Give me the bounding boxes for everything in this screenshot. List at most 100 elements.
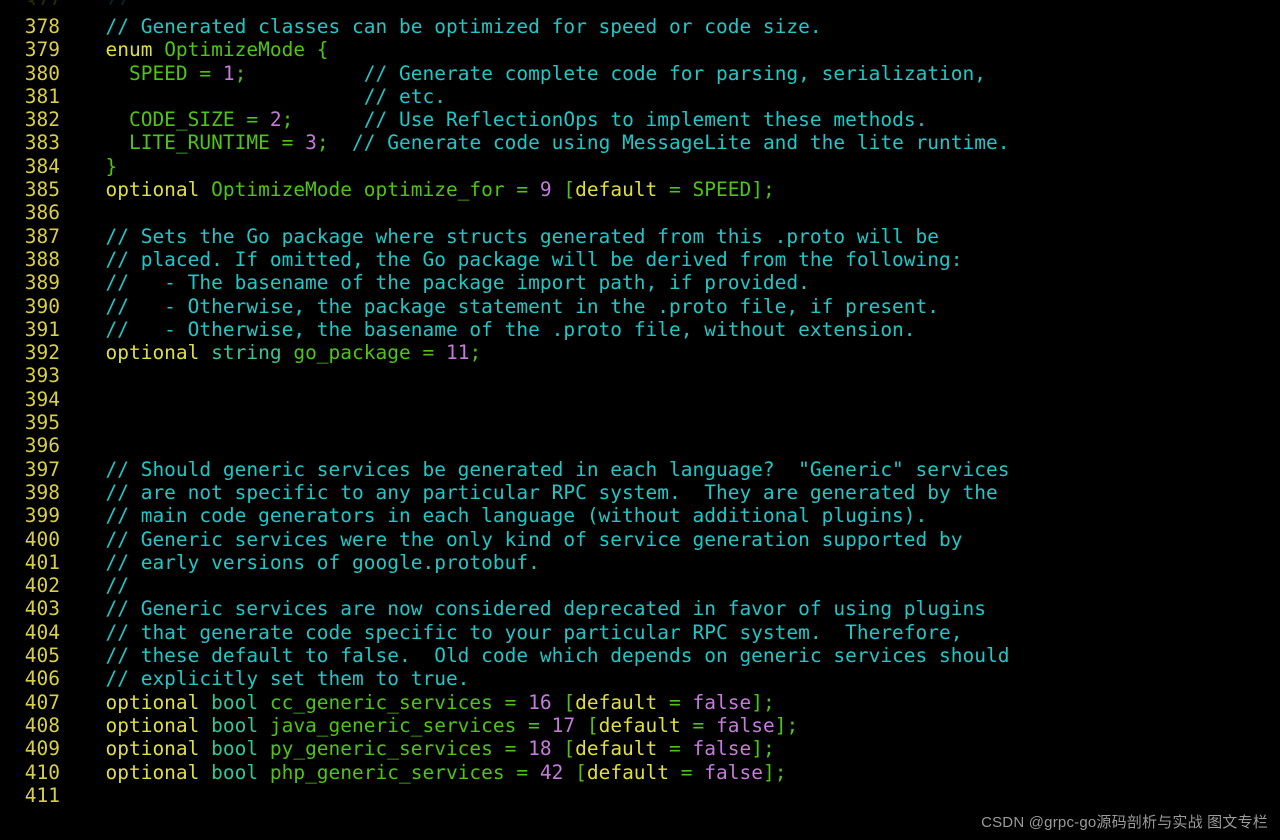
code-line[interactable]: 381 // etc. (0, 85, 1280, 108)
line-content[interactable]: optional bool java_generic_services = 17… (82, 714, 1280, 737)
line-number: 387 (24, 224, 60, 248)
line-content[interactable]: // Sets the Go package where structs gen… (82, 225, 1280, 248)
code-token: py_generic_services = (269, 737, 529, 761)
code-line[interactable]: 393 (0, 364, 1280, 387)
line-content[interactable]: // Generic services were the only kind o… (82, 528, 1280, 551)
code-line[interactable]: 391 // - Otherwise, the basename of the … (0, 318, 1280, 341)
code-line[interactable]: 385 optional OptimizeMode optimize_for =… (0, 178, 1280, 201)
line-content[interactable]: optional OptimizeMode optimize_for = 9 [… (82, 178, 1280, 201)
code-line[interactable]: 396 (0, 434, 1280, 457)
code-line[interactable]: 389 // - The basename of the package imp… (0, 271, 1280, 294)
line-content[interactable]: // main code generators in each language… (82, 504, 1280, 527)
code-token: bool (211, 737, 270, 761)
code-token: // Generate complete code for parsing, s… (363, 61, 987, 85)
line-content[interactable]: // placed. If omitted, the Go package wi… (82, 248, 1280, 271)
code-line[interactable]: 397 // Should generic services be genera… (0, 458, 1280, 481)
code-line[interactable]: 406 // explicitly set them to true. (0, 667, 1280, 690)
code-line[interactable]: 387 // Sets the Go package where structs… (0, 225, 1280, 248)
code-token: default (575, 690, 658, 714)
code-viewer[interactable]: 377 // ... 378 // Generated classes can … (0, 0, 1280, 840)
line-content[interactable]: optional bool py_generic_services = 18 [… (82, 737, 1280, 760)
line-content[interactable]: } (82, 155, 1280, 178)
code-line[interactable]: 409 optional bool py_generic_services = … (0, 737, 1280, 760)
code-line[interactable]: 410 optional bool php_generic_services =… (0, 761, 1280, 784)
code-line[interactable]: 390 // - Otherwise, the package statemen… (0, 295, 1280, 318)
line-content[interactable]: optional bool cc_generic_services = 16 [… (82, 691, 1280, 714)
code-line[interactable]: 411 (0, 784, 1280, 807)
code-line[interactable]: 400 // Generic services were the only ki… (0, 528, 1280, 551)
code-line[interactable]: 382 CODE_SIZE = 2; // Use ReflectionOps … (0, 108, 1280, 131)
code-token: 18 (528, 737, 552, 761)
code-token: // Should generic services be generated … (82, 457, 1010, 481)
code-token: LITE_RUNTIME = (82, 131, 306, 155)
line-content[interactable]: // explicitly set them to true. (82, 667, 1280, 690)
code-token: 3 (305, 131, 317, 155)
line-content[interactable]: // that generate code specific to your p… (82, 621, 1280, 644)
code-line[interactable]: 403 // Generic services are now consider… (0, 597, 1280, 620)
code-token: bool (211, 690, 270, 714)
line-content[interactable]: // - Otherwise, the package statement in… (82, 295, 1280, 318)
code-line[interactable]: 399 // main code generators in each lang… (0, 504, 1280, 527)
code-line[interactable]: 394 (0, 388, 1280, 411)
line-content[interactable]: // - The basename of the package import … (82, 271, 1280, 294)
code-line[interactable]: 405 // these default to false. Old code … (0, 644, 1280, 667)
code-line[interactable]: 401 // early versions of google.protobuf… (0, 551, 1280, 574)
line-content[interactable]: LITE_RUNTIME = 3; // Generate code using… (82, 131, 1280, 154)
code-token: 42 (539, 760, 564, 784)
code-token: enum (82, 38, 165, 62)
code-token: // are not specific to any particular RP… (82, 480, 998, 504)
code-token: CODE_SIZE = (82, 108, 270, 132)
code-line[interactable]: 404 // that generate code specific to yo… (0, 621, 1280, 644)
code-token: [ (551, 690, 576, 714)
code-line[interactable]: 378 // Generated classes can be optimize… (0, 15, 1280, 38)
code-line[interactable]: 379 enum OptimizeMode { (0, 38, 1280, 61)
code-token: // - The basename of the package import … (82, 271, 810, 295)
code-token: ; (281, 108, 294, 132)
code-line[interactable]: 383 LITE_RUNTIME = 3; // Generate code u… (0, 131, 1280, 154)
code-token: OptimizeMode optimize_for = (211, 178, 540, 202)
code-token: 17 (551, 713, 576, 737)
line-number: 403 (24, 597, 60, 621)
code-token: // early versions of google.protobuf. (82, 550, 540, 574)
code-line[interactable]: 398 // are not specific to any particula… (0, 481, 1280, 504)
line-content[interactable]: // Generated classes can be optimized fo… (82, 15, 1280, 38)
line-content[interactable]: // - Otherwise, the basename of the .pro… (82, 318, 1280, 341)
code-token: false (692, 690, 752, 714)
line-number: 384 (24, 154, 60, 178)
line-number: 411 (24, 783, 60, 807)
code-line[interactable]: 386 (0, 201, 1280, 224)
line-content[interactable]: enum OptimizeMode { (82, 38, 1280, 61)
code-line[interactable]: 380 SPEED = 1; // Generate complete code… (0, 62, 1280, 85)
line-content[interactable]: // early versions of google.protobuf. (82, 551, 1280, 574)
code-token: ]; (751, 178, 775, 202)
line-number: 385 (24, 178, 60, 202)
code-token: [ (563, 760, 587, 784)
line-content[interactable]: optional string go_package = 11; (82, 341, 1280, 364)
code-line[interactable]: 395 (0, 411, 1280, 434)
line-content[interactable]: // (82, 574, 1280, 597)
line-number: 404 (24, 620, 60, 644)
line-content[interactable]: // Generic services are now considered d… (82, 597, 1280, 620)
code-line[interactable]: 402 // (0, 574, 1280, 597)
code-token: bool (211, 760, 270, 784)
line-content[interactable]: SPEED = 1; // Generate complete code for… (82, 62, 1280, 85)
code-token: go_package = (293, 341, 446, 365)
code-token: // that generate code specific to your p… (82, 620, 963, 644)
code-token: ; (469, 341, 482, 365)
code-line[interactable]: 384 } (0, 155, 1280, 178)
line-content[interactable]: // are not specific to any particular RP… (82, 481, 1280, 504)
line-content[interactable]: CODE_SIZE = 2; // Use ReflectionOps to i… (82, 108, 1280, 131)
code-line[interactable]: 392 optional string go_package = 11; (0, 341, 1280, 364)
line-content[interactable]: // etc. (82, 85, 1280, 108)
code-token: default (575, 737, 658, 761)
code-line[interactable]: 388 // placed. If omitted, the Go packag… (0, 248, 1280, 271)
line-content[interactable]: // Should generic services be generated … (82, 458, 1280, 481)
code-line[interactable]: 408 optional bool java_generic_services … (0, 714, 1280, 737)
code-token: default (575, 178, 658, 202)
line-number: 402 (24, 574, 60, 598)
line-content[interactable]: optional bool php_generic_services = 42 … (82, 761, 1280, 784)
code-line[interactable]: 407 optional bool cc_generic_services = … (0, 691, 1280, 714)
code-token: default (586, 760, 670, 784)
line-content[interactable]: // these default to false. Old code whic… (82, 644, 1280, 667)
